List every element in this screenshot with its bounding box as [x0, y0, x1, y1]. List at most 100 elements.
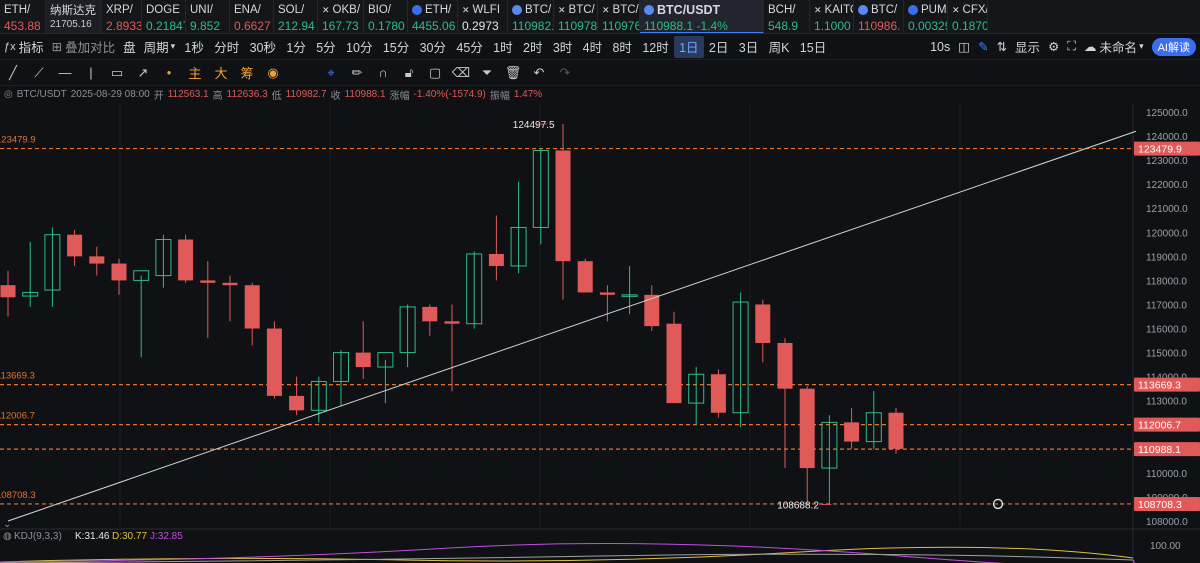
ticker-item[interactable]: ✕BTC/110976. — [598, 0, 640, 33]
candle-body — [377, 352, 394, 368]
horizontal-line-icon[interactable]: — — [52, 62, 78, 84]
timeframe-19[interactable]: 15日 — [795, 36, 832, 58]
overlay-button[interactable]: ⊞ 叠加对比 — [48, 36, 120, 58]
ticker-item[interactable]: 纳斯达克 21705.16 — [46, 0, 102, 33]
chip-button[interactable]: 筹 — [234, 62, 260, 84]
candle-body — [44, 234, 61, 291]
ticker-item[interactable]: ✕ CFX/0.1870 — [948, 0, 988, 33]
ai-analysis-button[interactable]: AI解读 — [1148, 36, 1200, 58]
timeframe-13[interactable]: 8时 — [607, 36, 637, 58]
ticker-item[interactable]: ENA/0.6627 — [230, 0, 274, 33]
ray-tool-icon[interactable]: ⟋ — [26, 62, 52, 84]
ticker-item[interactable]: BTC/110982. — [508, 0, 554, 33]
trash-icon[interactable]: 🗑︎ — [500, 62, 526, 84]
candle-body — [399, 306, 416, 354]
ticker-item[interactable]: BCH/548.9 — [764, 0, 810, 33]
ticker-item[interactable]: UNI/9.852 — [186, 0, 230, 33]
eraser-icon[interactable]: ⌫ — [448, 62, 474, 84]
gear-icon[interactable]: ⚙ — [1044, 36, 1063, 58]
indicators-button[interactable]: ƒx 指标 — [0, 36, 48, 58]
cursor-tool-icon[interactable]: ⌖ — [318, 62, 344, 84]
candle-body — [0, 285, 16, 298]
candle-body — [755, 304, 771, 343]
kdj-k-value: K:31.46 — [75, 531, 110, 542]
ticker-item[interactable]: ✕ BTC/110978. — [554, 0, 598, 33]
vertical-line-icon[interactable]: | — [78, 62, 104, 84]
eye-icon[interactable]: ◎ — [4, 89, 13, 100]
ticker-price: 0.2973 — [462, 19, 499, 33]
dot-tool-icon[interactable]: ● — [156, 62, 182, 84]
ticker-item[interactable]: BTC/USDT 110988.1 -1.4% — [640, 0, 764, 33]
ticker-item[interactable]: ETH/453.88 — [0, 0, 46, 33]
candle-body — [577, 261, 593, 293]
timeframe-12[interactable]: 4时 — [577, 36, 607, 58]
edit-icon[interactable]: ✎ — [974, 36, 992, 58]
timeframe-0[interactable]: 1秒 — [179, 36, 209, 58]
ticker-item[interactable]: XRP/2.8933 — [102, 0, 142, 33]
fullscreen-icon[interactable]: ⛶ — [1063, 36, 1080, 58]
ticker-item[interactable]: BIO/0.1780 — [364, 0, 408, 33]
timeframe-8[interactable]: 45分 — [451, 36, 488, 58]
filter-icon[interactable]: ⏷ — [474, 62, 500, 84]
candle-body — [510, 226, 527, 267]
display-button[interactable]: 显示 — [1011, 36, 1044, 58]
ticker-item[interactable]: ✕ WLFI 0.2973 — [458, 0, 508, 33]
kdj-k-line — [0, 546, 1134, 563]
pen-tool-icon[interactable]: ✏ — [344, 62, 370, 84]
high-value: 112636.3 — [226, 88, 268, 100]
timeframe-15[interactable]: 1日 — [673, 35, 704, 58]
timeframe-9[interactable]: 1时 — [488, 36, 518, 58]
settings-slider-icon[interactable]: ⇅ — [993, 36, 1011, 58]
ticker-item[interactable]: ETH/4455.06 — [408, 0, 458, 33]
left-level-label: 123479.9 — [0, 135, 36, 146]
timeframe-7[interactable]: 30分 — [414, 36, 451, 58]
arrow-tool-icon[interactable]: ↗ — [130, 62, 156, 84]
ticker-price: 1.1000 — [814, 19, 851, 33]
layout-button[interactable]: 盘 — [119, 36, 140, 58]
camera-icon[interactable]: ◫ — [954, 36, 974, 58]
ticker-item[interactable]: ✕ OKB/167.73 — [318, 0, 364, 33]
ticker-item[interactable]: BTC/110986. — [854, 0, 904, 33]
big-order-button[interactable]: 大 — [208, 62, 234, 84]
timeframe-16[interactable]: 2日 — [704, 36, 734, 58]
timeframe-5[interactable]: 10分 — [341, 36, 378, 58]
timeframe-18[interactable]: 周K — [763, 36, 794, 58]
rectangle-tool-icon[interactable]: ▭ — [104, 62, 130, 84]
y-tick-label: 108000.0 — [1146, 517, 1188, 528]
close-value: 110988.1 — [344, 88, 386, 100]
timeframe-3[interactable]: 1分 — [281, 36, 311, 58]
price-level-badge — [1134, 141, 1200, 156]
timeframe-14[interactable]: 12时 — [637, 36, 674, 58]
main-force-button[interactable]: 主 — [182, 62, 208, 84]
candle-body — [266, 328, 282, 396]
period-dropdown[interactable]: 周期 ▾ — [140, 36, 180, 58]
timeframe-1[interactable]: 分时 — [209, 36, 244, 58]
timeframe-11[interactable]: 3时 — [548, 36, 578, 58]
candle-body — [488, 253, 504, 266]
ticker-bar: ETH/453.88 纳斯达克 21705.16 XRP/2.8933 DOGE 0.21… — [0, 0, 1200, 34]
exchange-icon: ✕ — [558, 4, 566, 15]
ticker-name: PUMP — [921, 4, 947, 16]
layout-name-dropdown[interactable]: ☁ 未命名 ▾ — [1080, 36, 1148, 58]
ticker-item[interactable]: PUMP 0.00329 — [904, 0, 948, 33]
ticker-name: SOL/ — [278, 4, 305, 16]
coin-icon[interactable]: ◉ — [260, 62, 286, 84]
ticker-name: CFX/ — [962, 4, 988, 16]
timeframe-2[interactable]: 30秒 — [244, 36, 281, 58]
ticker-item[interactable]: SOL/212.94 — [274, 0, 318, 33]
ticker-item[interactable]: DOGE 0.21847 — [142, 0, 186, 33]
y-tick-label: 116000.0 — [1146, 325, 1187, 336]
candle-body — [821, 421, 838, 469]
timeframe-17[interactable]: 3日 — [734, 36, 764, 58]
timeframe-10[interactable]: 2时 — [518, 36, 548, 58]
magnet-icon[interactable]: ∩ — [370, 62, 396, 84]
clipboard-icon[interactable]: ▢ — [422, 62, 448, 84]
lock-icon[interactable]: 🔓︎ — [396, 62, 422, 84]
ticker-item[interactable]: ✕KAITO 1.1000 — [810, 0, 854, 33]
candle-body — [599, 292, 615, 295]
timeframe-6[interactable]: 15分 — [378, 36, 415, 58]
timeframe-4[interactable]: 5分 — [311, 36, 341, 58]
undo-icon[interactable]: ↶ — [526, 62, 552, 84]
redo-icon[interactable]: ↷ — [552, 62, 578, 84]
line-tool-icon[interactable]: ╱ — [0, 62, 26, 84]
